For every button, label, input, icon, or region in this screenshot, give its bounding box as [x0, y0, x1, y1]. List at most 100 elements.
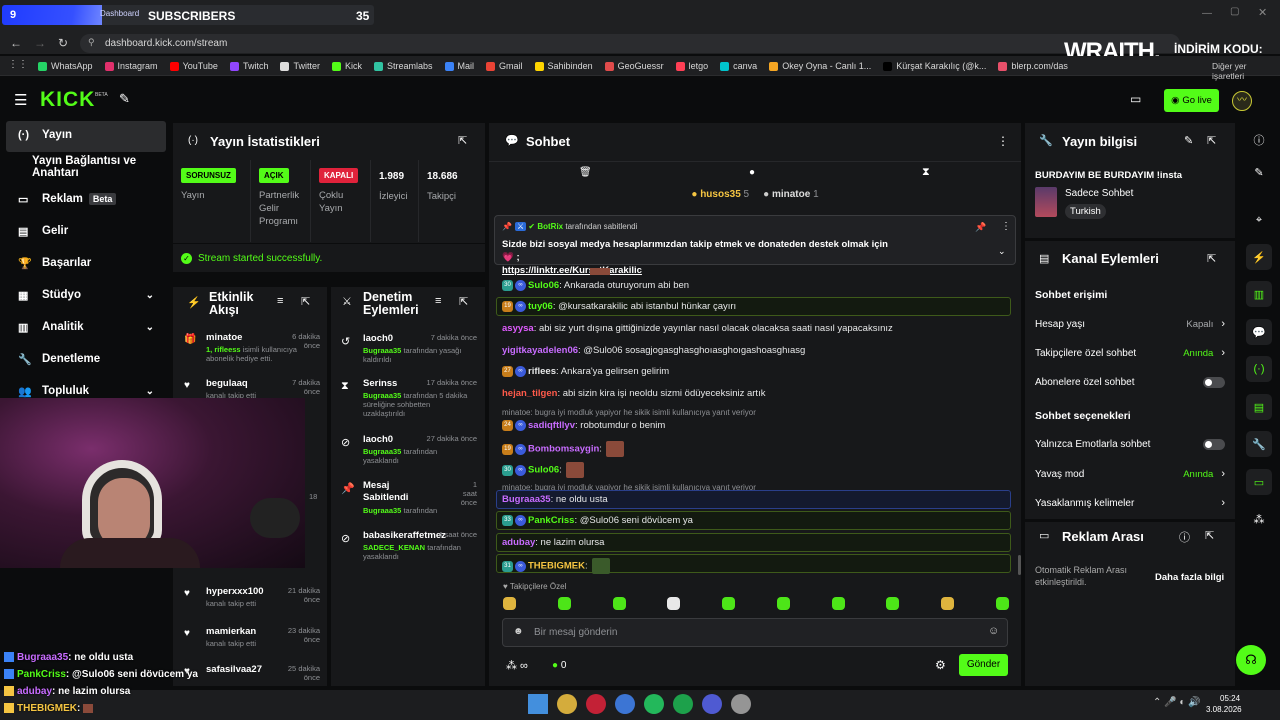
- chat-username[interactable]: Sulo06: [528, 465, 559, 476]
- bookmark-item[interactable]: Mail: [444, 56, 474, 76]
- popout-icon[interactable]: ⇱: [459, 295, 468, 308]
- chat-username[interactable]: Bombomsaygin: [528, 444, 599, 455]
- chat-message[interactable]: 30 ∞ Sulo06:: [502, 462, 584, 478]
- activity-item[interactable]: 🎁 minatoe 6 dakika önce 1, rifleess isimli …: [184, 332, 320, 372]
- sidebar-item-8[interactable]: 🔧 Denetleme: [6, 344, 166, 374]
- chat-username[interactable]: PankCriss: [528, 515, 574, 526]
- activity-item[interactable]: ♥ hyperxxx100 21 dakika önce kanalı takip e…: [184, 586, 320, 626]
- close-icon[interactable]: ✕: [1258, 6, 1267, 19]
- chat-username[interactable]: Sulo06: [528, 280, 559, 291]
- channel-setting-row[interactable]: Hesap yaşı Kapalı ›: [1035, 317, 1225, 331]
- popout-icon[interactable]: ⇱: [1207, 134, 1216, 147]
- edit-icon[interactable]: ✎: [1246, 159, 1272, 185]
- chat-message[interactable]: hejan_tilgen: abi sizin kira işi neoldu …: [502, 388, 765, 399]
- sidebar-item-2[interactable]: Yayın Bağlantısı ve Anahtarı: [6, 152, 166, 182]
- kick-logo[interactable]: KICK: [40, 88, 95, 112]
- bookmark-item[interactable]: Gmail: [486, 56, 523, 76]
- site-info-icon[interactable]: ⚲: [88, 37, 95, 48]
- bookmark-item[interactable]: letgo: [675, 56, 708, 76]
- support-button[interactable]: ☊: [1236, 645, 1266, 675]
- chat-message[interactable]: 33 ∞ PankCriss: @Sulo06 seni dövücem ya: [502, 515, 693, 526]
- sidebar-item-3[interactable]: ▭ Reklam Beta: [6, 184, 166, 214]
- chevron-down-icon[interactable]: ⌄: [998, 246, 1006, 257]
- chat-message[interactable]: yigitkayadelen06: @Sulo06 sosagjogasghas…: [502, 345, 805, 356]
- channel-setting-row[interactable]: Yavaş mod Anında ›: [1035, 467, 1225, 481]
- info-icon[interactable]: ⓘ: [1179, 529, 1190, 545]
- pinned-more-icon[interactable]: ⋮: [1001, 221, 1011, 232]
- setting-control[interactable]: [1203, 438, 1225, 450]
- chat-username[interactable]: asyysa: [502, 323, 534, 334]
- chrome-icon[interactable]: [615, 694, 635, 714]
- chat-message[interactable]: 30 ∞ Sulo06: Ankarada oturuyorum abi ben: [502, 280, 689, 291]
- activity-item[interactable]: ♥ mamierkan 23 dakika önce kanalı takip ett…: [184, 626, 320, 666]
- chat-username[interactable]: Bugraaa35: [502, 494, 551, 505]
- chevron-down-icon[interactable]: ⌄: [146, 386, 154, 397]
- filter-icon[interactable]: ≡: [277, 295, 283, 307]
- file-explorer-icon[interactable]: [557, 694, 577, 714]
- theatre-icon[interactable]: ▭: [1130, 92, 1141, 106]
- other-bookmarks[interactable]: Diğer yer işaretleri: [1212, 61, 1280, 81]
- bookmark-item[interactable]: Kürşat Karakılıç (@k...: [883, 56, 986, 76]
- clock-time[interactable]: 05:24: [1220, 694, 1240, 703]
- discord-icon[interactable]: [702, 694, 722, 714]
- emote-icon[interactable]: [941, 597, 955, 610]
- chat-message[interactable]: 24 ∞ sadiqftllyv: robotumdur o benim: [502, 420, 665, 431]
- chat-message[interactable]: 19 ∞ tuy06: @kursatkarakilic abi istanbul …: [502, 301, 736, 312]
- emote-icon[interactable]: [831, 597, 845, 610]
- popout-icon[interactable]: ⇱: [458, 134, 467, 147]
- channel-setting-row[interactable]: Takipçilere özel sohbet Anında ›: [1035, 346, 1225, 360]
- sidebar-item-5[interactable]: 🏆 Başarılar: [6, 248, 166, 278]
- sidebar-item-6[interactable]: ▦ Stüdyo ⌄: [6, 280, 166, 310]
- channel-setting-row[interactable]: Yasaklanmış kelimeler ›: [1035, 496, 1225, 510]
- channel-setting-row[interactable]: Yalnızca Emotlarla sohbet: [1035, 437, 1225, 451]
- maximize-icon[interactable]: ▢: [1230, 6, 1239, 17]
- stack-icon[interactable]: ▤: [1246, 394, 1272, 420]
- send-button[interactable]: Gönder: [959, 654, 1008, 676]
- bookmark-item[interactable]: WhatsApp: [38, 56, 93, 76]
- bookmark-item[interactable]: Okey Oyna - Canlı 1...: [769, 56, 871, 76]
- chat-bubble-icon[interactable]: ●: [749, 167, 755, 178]
- sidebar-item-1[interactable]: (·) Yayın: [6, 120, 166, 150]
- forward-icon[interactable]: →: [34, 36, 46, 50]
- supporter-2[interactable]: ● minatoe 1: [763, 189, 819, 207]
- moderation-item[interactable]: ⊘ babasikeraffetmez 4 saat önce SADECE_KENA…: [341, 530, 477, 574]
- filter-icon[interactable]: ≡: [435, 295, 441, 307]
- popout-icon[interactable]: ⇱: [1207, 252, 1216, 265]
- chat-message[interactable]: 27 ∞ riflees: Ankara'ya gelirsen gelirim: [502, 366, 669, 377]
- bookmark-item[interactable]: GeoGuessr: [604, 56, 664, 76]
- bookmark-item[interactable]: canva: [720, 56, 757, 76]
- reload-icon[interactable]: ↻: [58, 36, 68, 50]
- supporter-1[interactable]: ● husos35 5: [691, 189, 749, 207]
- chat-username[interactable]: sadiqftllyv: [528, 420, 575, 431]
- emote-icon[interactable]: [503, 597, 516, 610]
- whatsapp-icon[interactable]: [644, 694, 664, 714]
- back-icon[interactable]: ←: [10, 36, 22, 50]
- chat-input[interactable]: ☻ Bir mesaj gönderin ☺: [502, 618, 1008, 647]
- windows-start-icon[interactable]: [528, 694, 548, 714]
- chat-username[interactable]: riflees: [528, 366, 556, 377]
- address-bar[interactable]: ⚲ dashboard.kick.com/stream: [80, 34, 1180, 53]
- setting-control[interactable]: Anında ›: [1183, 347, 1225, 359]
- crosshair-icon[interactable]: ⌖: [1246, 207, 1272, 233]
- moderation-item[interactable]: ⧗ Serinss 17 dakika önce Bugraaa35 tarafınd…: [341, 378, 477, 422]
- moderation-item[interactable]: 📌 Mesaj Sabitlendi 1 saat önce Bugraaa35 ta…: [341, 480, 477, 524]
- toggle-switch[interactable]: [1203, 438, 1225, 450]
- chat-username[interactable]: THEBIGMEK: [528, 561, 585, 572]
- emote-icon[interactable]: [776, 597, 790, 610]
- smiley-icon[interactable]: ☺: [988, 625, 999, 637]
- document-icon[interactable]: ▥: [1246, 281, 1272, 307]
- setting-control[interactable]: ›: [1221, 497, 1225, 509]
- chat-message[interactable]: asyysa: abi siz yurt dışına gittiğinizde…: [502, 323, 893, 334]
- popout-icon[interactable]: ⇱: [1205, 529, 1214, 542]
- emote-icon[interactable]: [612, 597, 626, 610]
- emote-icon[interactable]: [667, 597, 681, 610]
- layout-icon[interactable]: ▭: [1246, 469, 1272, 495]
- hourglass-icon[interactable]: ⧗: [922, 166, 930, 179]
- unpin-icon[interactable]: 📌: [975, 222, 986, 233]
- emote-icon[interactable]: [886, 597, 900, 610]
- bookmark-item[interactable]: YouTube: [169, 56, 218, 76]
- hamburger-icon[interactable]: ☰: [14, 91, 27, 109]
- dashboard-tool-icon[interactable]: ✎: [119, 91, 130, 107]
- tray-icons[interactable]: ⌃ 🎤 ◐ 🔊: [1153, 697, 1201, 708]
- edit-icon[interactable]: ✎: [1184, 134, 1193, 147]
